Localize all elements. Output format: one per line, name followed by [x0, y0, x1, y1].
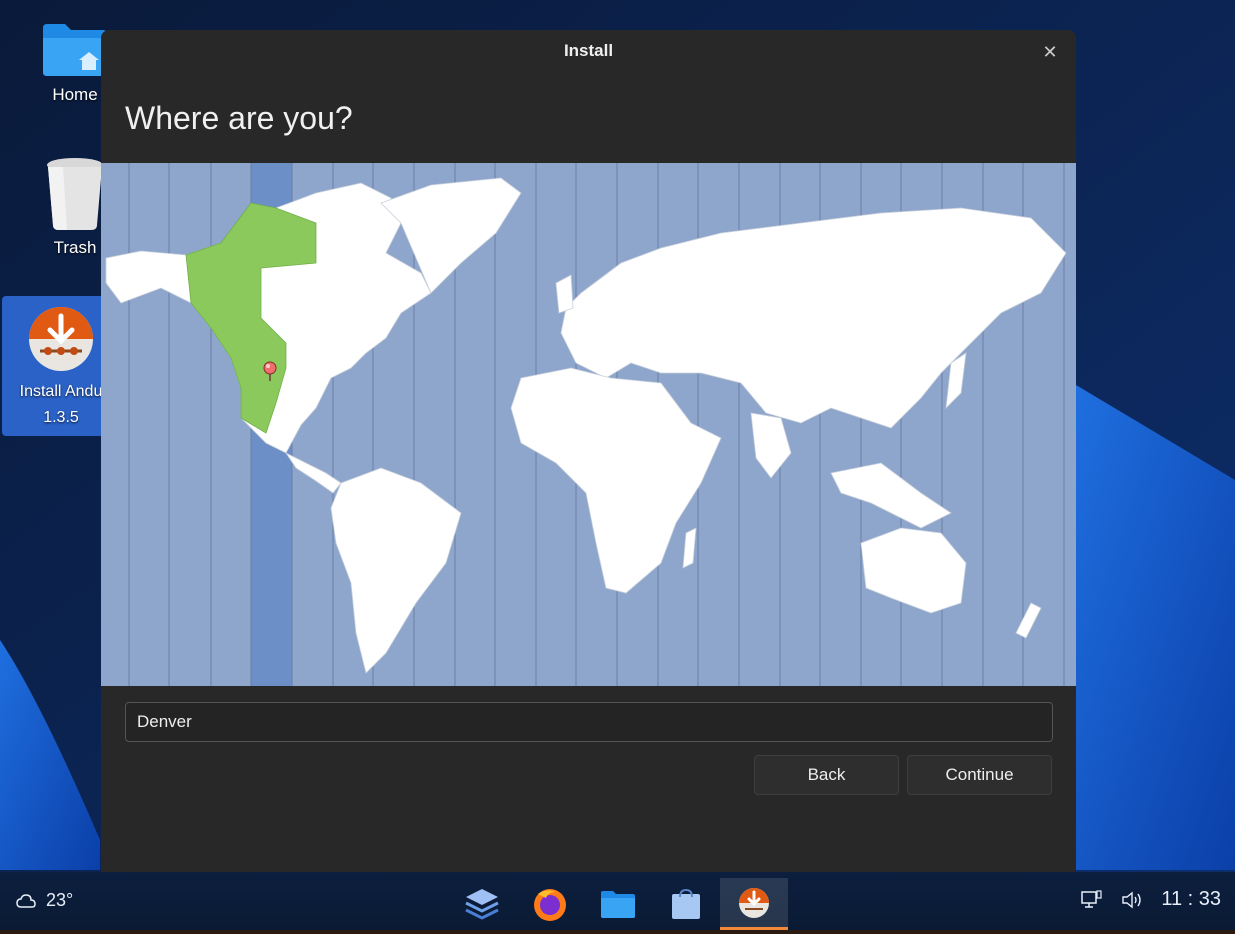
install-icon [739, 887, 769, 918]
dialog-title: Install [563, 41, 614, 60]
taskbar-app-installer[interactable] [720, 878, 788, 930]
trash-icon [47, 158, 103, 230]
layers-icon [465, 889, 499, 920]
taskbar-app-files[interactable] [590, 878, 646, 930]
page-heading: Where are you? [125, 100, 353, 136]
taskbar-app-store[interactable] [658, 878, 714, 930]
install-icon [29, 307, 93, 371]
network-icon[interactable] [1081, 889, 1103, 910]
cloud-icon [16, 893, 36, 908]
bottom-strip [0, 930, 1235, 934]
clock[interactable]: 11 : 33 [1161, 888, 1221, 911]
firefox-icon [534, 889, 566, 921]
folder-icon [601, 891, 635, 918]
installer-dialog: Install ✕ Where are you? Denver Back Con… [101, 30, 1076, 872]
taskbar: 23° 11: 33 [0, 872, 1235, 934]
close-icon[interactable]: ✕ [1038, 40, 1062, 64]
timezone-input[interactable] [125, 702, 1053, 742]
taskbar-app-layers[interactable] [454, 878, 510, 930]
system-tray: 11 : 33 [1081, 888, 1221, 911]
weather-widget[interactable]: 23° [16, 890, 73, 911]
back-button[interactable]: Back [754, 755, 899, 795]
continue-button[interactable]: Continue [907, 755, 1052, 795]
timezone-map[interactable] [101, 163, 1076, 686]
weather-temperature: 23° [46, 890, 74, 910]
taskbar-app-firefox[interactable] [522, 878, 578, 930]
shopping-bag-icon [672, 888, 700, 919]
volume-icon[interactable] [1121, 891, 1143, 909]
